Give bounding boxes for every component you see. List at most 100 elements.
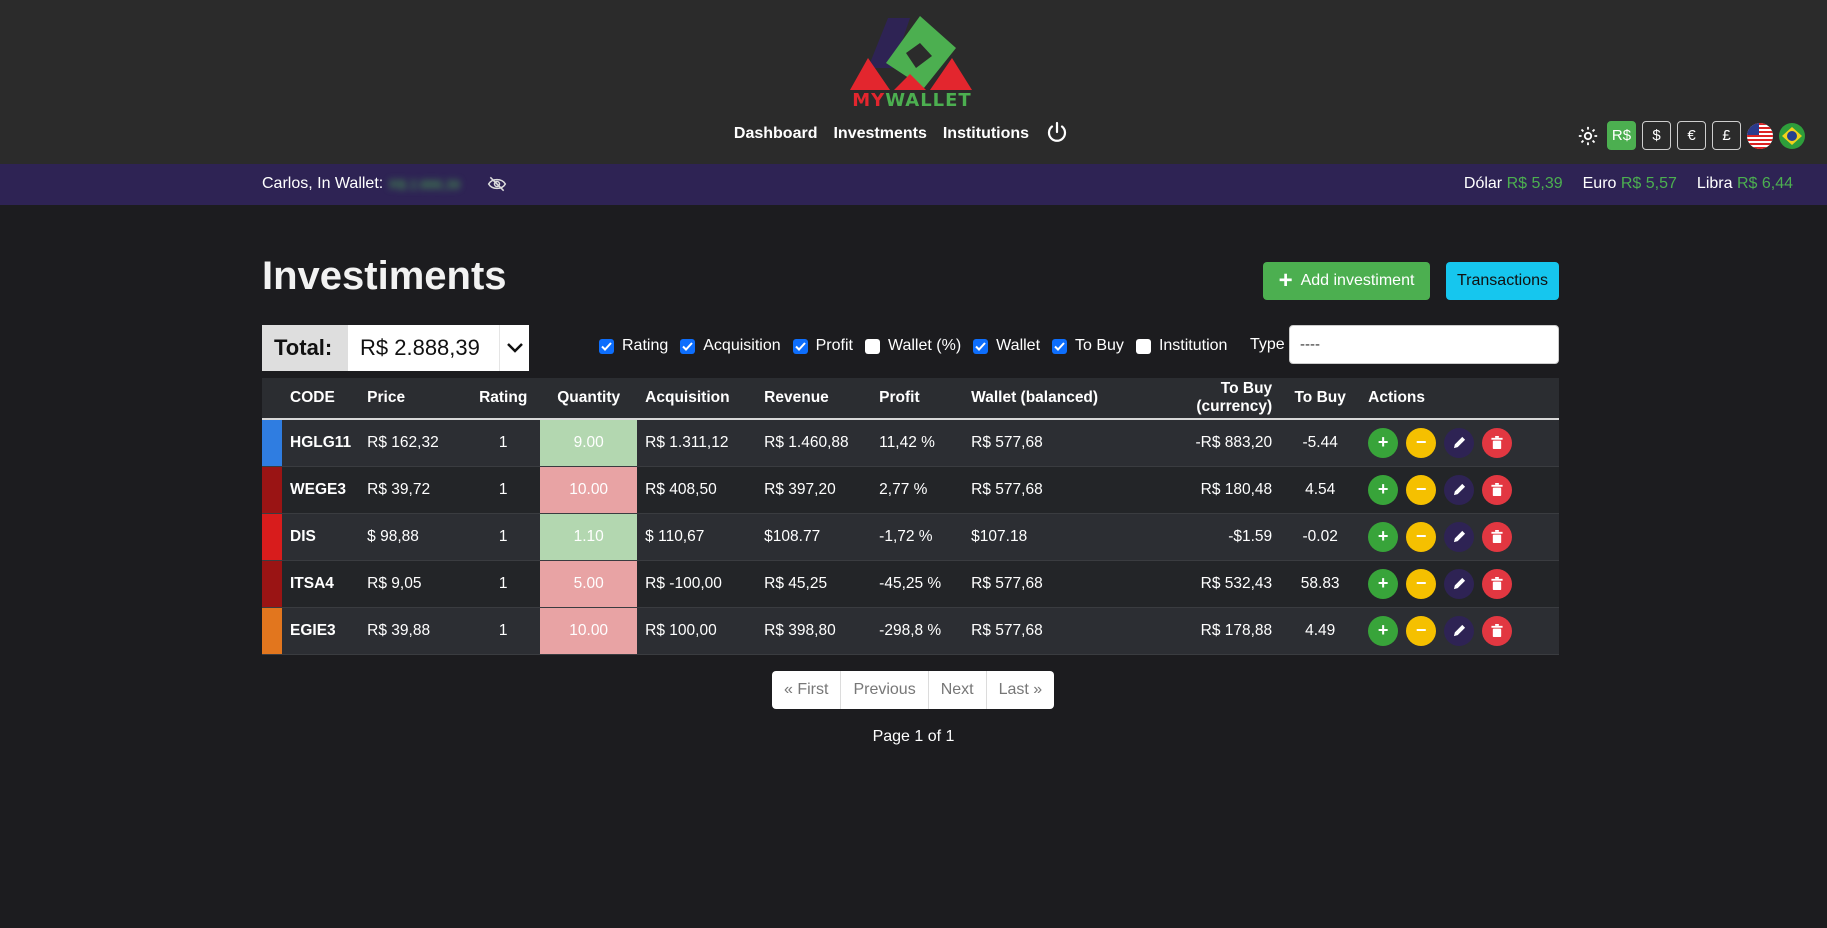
currency-eur-button[interactable]: € [1677,121,1706,150]
total-dropdown-toggle[interactable] [499,325,529,371]
table-row[interactable]: HGLG11 R$ 162,32 1 9.00 R$ 1.311,12 R$ 1.460,… [262,419,1559,466]
row-color-strip [262,560,282,607]
edit-button[interactable] [1444,521,1475,552]
rate-dolar-value: R$ 5,39 [1506,175,1563,192]
investments-table: CODE Price Rating Quantity Acquisition R… [262,378,1559,655]
buy-button[interactable]: + [1368,568,1399,599]
filter-rating[interactable]: Rating [599,337,668,355]
filter-wallet[interactable]: Wallet [973,337,1040,355]
brazil-flag-icon[interactable] [1779,122,1805,149]
cell-to-buy-currency: -$1.59 [1228,527,1273,545]
edit-button[interactable] [1444,615,1475,646]
buy-button[interactable]: + [1368,615,1399,646]
filter-label: Acquisition [703,337,781,354]
nav-institutions[interactable]: Institutions [943,118,1029,150]
cell-acquisition: R$ 408,50 [645,480,717,498]
plus-icon: + [1377,573,1389,593]
header-profit[interactable]: Profit [871,378,963,419]
delete-button[interactable] [1482,568,1513,599]
page-previous-button[interactable]: Previous [841,671,929,709]
type-filter-input[interactable] [1289,325,1559,364]
cell-price: R$ 9,05 [367,574,422,592]
table-row[interactable]: WEGE3 R$ 39,72 1 10.00 R$ 408,50 R$ 397,20 2,7… [262,466,1559,513]
buy-button[interactable]: + [1368,427,1399,458]
page-next-button[interactable]: Next [929,671,987,709]
filter-to-buy[interactable]: To Buy [1052,337,1124,355]
edit-button[interactable] [1444,427,1475,458]
header-code[interactable]: CODE [282,378,359,419]
top-header: MYWALLET Dashboard Investments Instituti… [0,0,1827,164]
cell-rating: 1 [498,480,508,498]
checkbox[interactable] [792,338,808,354]
cell-actions: + − [1360,607,1559,654]
cell-code: WEGE3 [290,480,346,498]
filter-label: To Buy [1075,337,1124,354]
gear-icon[interactable] [1577,125,1599,147]
header-acquisition[interactable]: Acquisition [637,378,756,419]
header-rating[interactable]: Rating [466,378,540,419]
cell-revenue: $108.77 [764,527,821,545]
checkbox[interactable] [680,338,696,354]
checkbox[interactable] [1052,338,1068,354]
trash-icon [1491,577,1503,590]
currency-usd-button[interactable]: $ [1642,121,1671,150]
plus-icon: + [1377,620,1389,640]
checkbox[interactable] [1135,338,1151,354]
cell-to-buy: 58.83 [1300,574,1340,592]
header-to-buy[interactable]: To Buy [1280,378,1360,419]
row-color-strip [262,419,282,466]
cell-to-buy: -0.02 [1302,527,1338,545]
us-flag-icon[interactable] [1747,122,1773,149]
sell-button[interactable]: − [1406,474,1437,505]
buy-button[interactable]: + [1368,474,1399,505]
filter-profit[interactable]: Profit [792,337,853,355]
nav-dashboard[interactable]: Dashboard [734,118,818,150]
transactions-button[interactable]: Transactions [1446,262,1559,300]
currency-gbp-button[interactable]: £ [1712,121,1741,150]
sell-button[interactable]: − [1406,521,1437,552]
filter-label: Profit [815,337,853,354]
edit-button[interactable] [1444,568,1475,599]
table-row[interactable]: DIS $ 98,88 1 1.10 $ 110,67 $108.77 -1,72 % $10… [262,513,1559,560]
checkbox[interactable] [599,338,614,354]
rate-euro-value: R$ 5,57 [1620,175,1677,192]
header-revenue[interactable]: Revenue [756,378,871,419]
header-wallet[interactable]: Wallet (balanced) [963,378,1133,419]
buy-button[interactable]: + [1368,521,1399,552]
filter-wallet[interactable]: Wallet (%) [864,337,961,355]
page-last-button[interactable]: Last » [987,671,1055,709]
filter-institution[interactable]: Institution [1135,337,1227,355]
page-first-button[interactable]: « First [772,671,842,709]
row-actions: + − [1368,615,1551,646]
table-row[interactable]: ITSA4 R$ 9,05 1 5.00 R$ -100,00 R$ 45,25 -45,2… [262,560,1559,607]
add-investment-button[interactable]: + Add investiment [1263,262,1430,300]
table-row[interactable]: EGIE3 R$ 39,88 1 10.00 R$ 100,00 R$ 398,80 -29… [262,607,1559,654]
nav-investments[interactable]: Investments [833,118,926,150]
cell-code: DIS [290,527,316,545]
edit-button[interactable] [1444,474,1475,505]
cell-acquisition: R$ 100,00 [645,621,717,639]
cell-quantity: 10.00 [540,607,638,654]
cell-code: ITSA4 [290,574,334,592]
cell-profit: 11,42 % [879,433,935,451]
sell-button[interactable]: − [1406,568,1437,599]
sell-button[interactable]: − [1406,427,1437,458]
delete-button[interactable] [1482,474,1513,505]
header-to-buy-currency[interactable]: To Buy (currency) [1133,378,1280,419]
cell-actions: + − [1360,466,1559,513]
delete-button[interactable] [1482,615,1513,646]
filter-acquisition[interactable]: Acquisition [680,337,781,355]
delete-button[interactable] [1482,521,1513,552]
checkbox[interactable] [864,338,880,354]
checkbox[interactable] [973,338,989,354]
delete-button[interactable] [1482,427,1513,458]
eye-slash-icon[interactable] [487,176,507,192]
power-icon[interactable] [1045,121,1069,145]
currency-brl-button[interactable]: R$ [1607,121,1636,150]
header-price[interactable]: Price [359,378,466,419]
cell-to-buy-currency: R$ 180,48 [1200,480,1273,498]
cell-code: HGLG11 [290,433,352,451]
header-quantity[interactable]: Quantity [540,378,637,419]
rate-libra: Libra R$ 6,44 [1697,175,1793,193]
sell-button[interactable]: − [1406,615,1437,646]
